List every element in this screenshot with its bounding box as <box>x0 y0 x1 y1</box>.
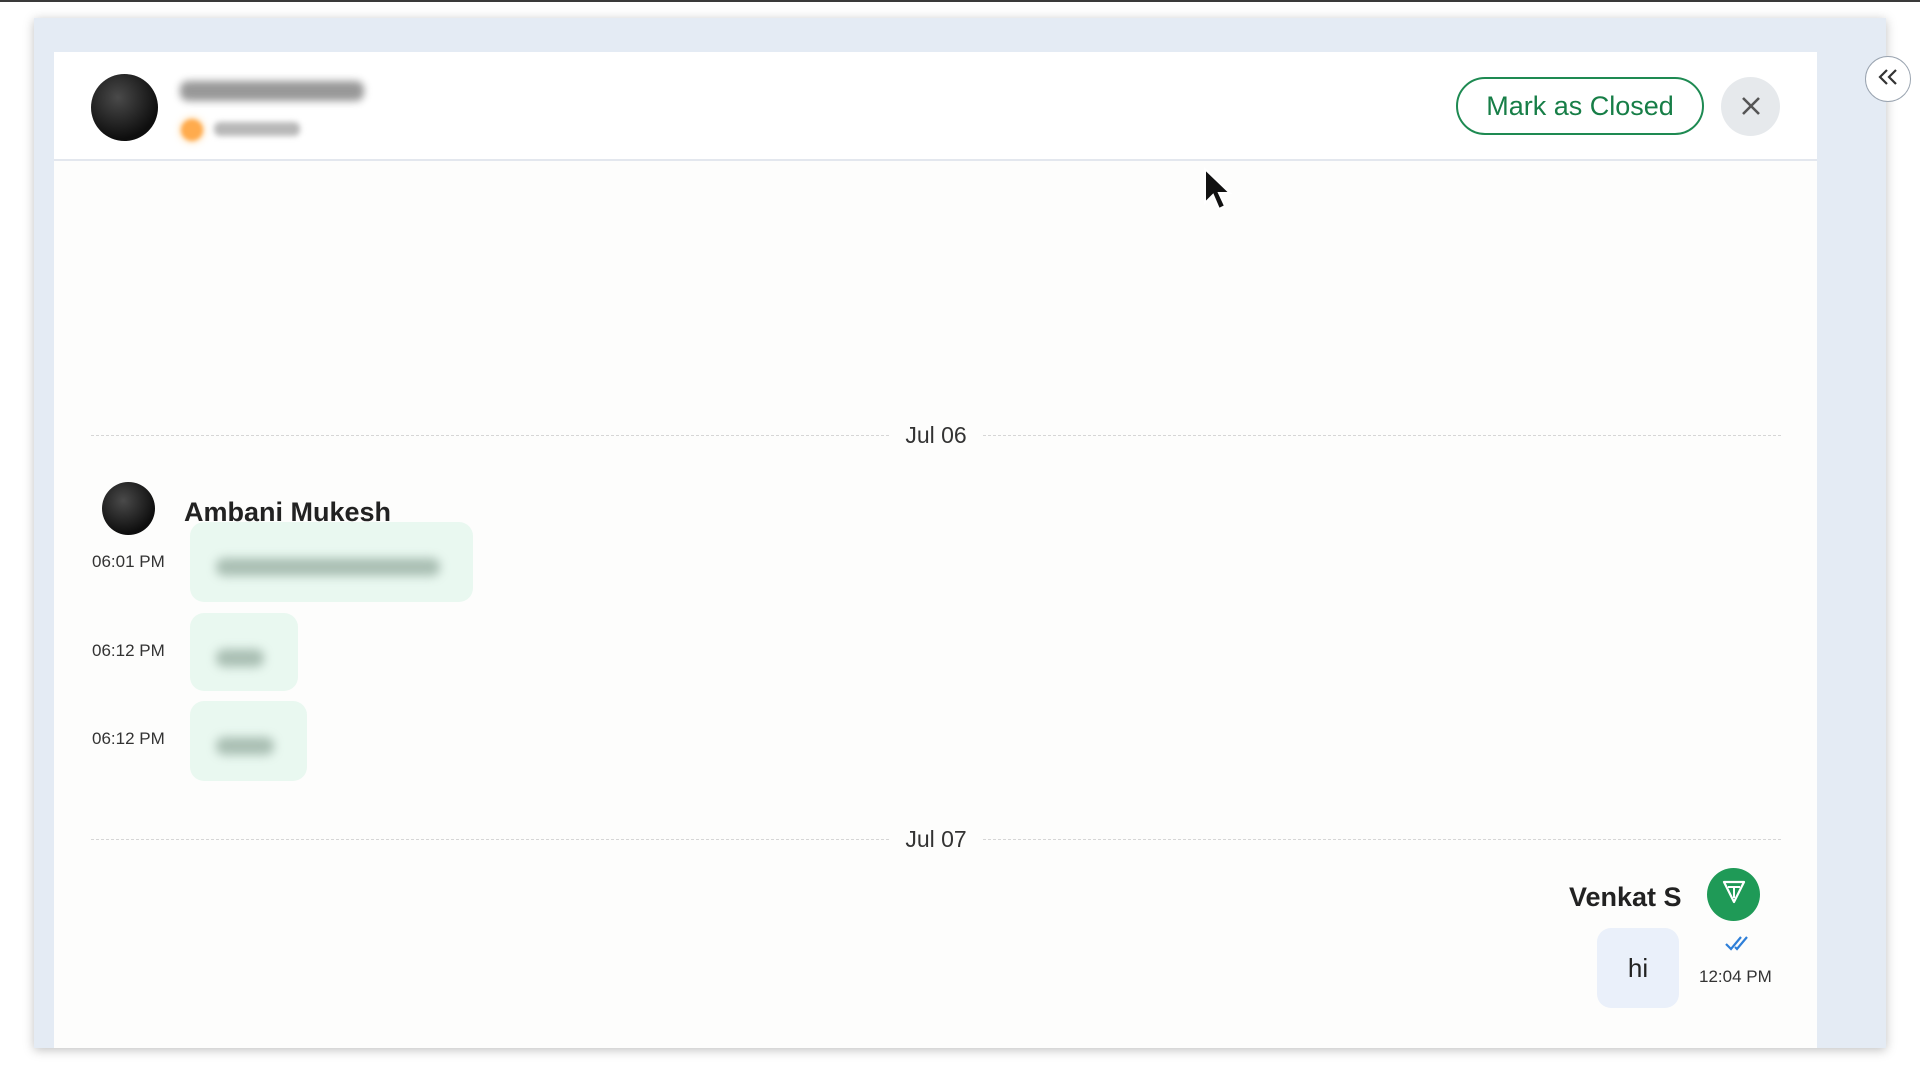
message-bubble[interactable] <box>190 613 298 691</box>
double-check-icon <box>1724 932 1754 958</box>
outgoing-message-bubble[interactable]: hi <box>1597 928 1679 1008</box>
message-time: 06:01 PM <box>92 552 165 571</box>
window-top-border <box>0 0 1920 2</box>
brand-logo-icon <box>1719 877 1749 912</box>
agent-avatar[interactable] <box>1707 868 1760 921</box>
message-text-redacted <box>216 737 274 755</box>
conversation-window: Mark as Closed Jul 06 Ambani Mukesh 06:0… <box>34 18 1911 1048</box>
close-icon <box>1740 87 1762 126</box>
message-bubble[interactable] <box>190 701 307 781</box>
date-divider: Jul 07 <box>91 824 1781 854</box>
chat-panel: Mark as Closed Jul 06 Ambani Mukesh 06:0… <box>54 52 1817 1048</box>
contact-avatar[interactable] <box>91 74 158 141</box>
date-label: Jul 07 <box>905 825 967 852</box>
message-time: 12:04 PM <box>1699 967 1772 986</box>
message-text-redacted <box>216 649 264 667</box>
status-indicator-icon <box>181 119 203 141</box>
message-time: 06:12 PM <box>92 641 165 660</box>
close-chat-button[interactable] <box>1721 77 1780 136</box>
mark-as-closed-button[interactable]: Mark as Closed <box>1456 77 1704 135</box>
sender-name: Venkat S <box>1569 882 1682 912</box>
message-bubble[interactable] <box>190 522 473 602</box>
contact-status-redacted <box>214 122 300 136</box>
date-divider: Jul 06 <box>91 420 1781 450</box>
double-chevron-left-icon <box>1877 65 1899 93</box>
chat-header: Mark as Closed <box>54 52 1817 161</box>
sender-avatar[interactable] <box>102 482 155 535</box>
app-frame: Mark as Closed Jul 06 Ambani Mukesh 06:0… <box>0 0 1920 1065</box>
contact-name-redacted <box>180 81 364 101</box>
message-time: 06:12 PM <box>92 729 165 748</box>
mouse-pointer-icon <box>1203 166 1233 213</box>
date-label: Jul 06 <box>905 421 967 448</box>
message-text-redacted <box>216 558 440 576</box>
collapse-panel-button[interactable] <box>1865 56 1911 102</box>
